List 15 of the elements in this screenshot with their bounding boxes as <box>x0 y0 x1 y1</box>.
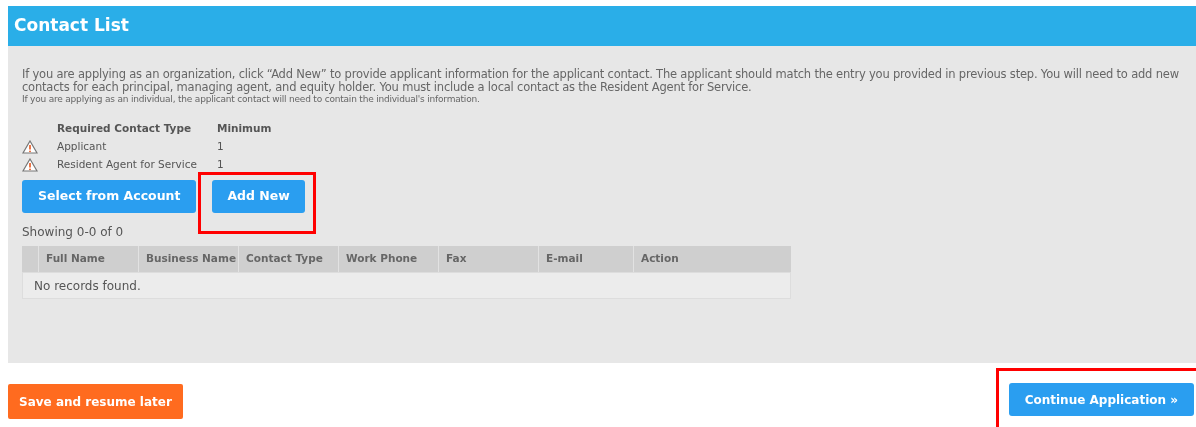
minimum-count: 1 <box>217 157 224 173</box>
contact-type: Resident Agent for Service <box>57 157 198 173</box>
instruction-text: If you are applying as an organization, click “Add New” to provide applicant information for the applicant contact. The applicant should match the entry you provided in previous step. You will need to add new contacts for each principal, managing agent, and equity holder. You must include a local contact as the Resident Agent for Service. <box>22 68 1180 94</box>
results-summary: Showing 0-0 of 0 <box>22 224 125 241</box>
save-and-resume-button[interactable]: Save and resume later <box>8 384 183 419</box>
page-title: Contact List <box>14 14 129 38</box>
add-new-button[interactable]: Add New <box>212 180 305 213</box>
instruction-note: If you are applying as an individual, the applicant contact will need to contain the individual's information. <box>22 94 481 105</box>
column-header: Required Contact Type <box>57 121 193 137</box>
minimum-count: 1 <box>217 139 224 155</box>
column-header: Minimum <box>217 121 272 137</box>
table-empty-row: No records found. <box>22 272 791 299</box>
select-from-account-button[interactable]: Select from Account <box>22 180 197 213</box>
continue-application-button[interactable]: Continue Application » <box>1008 383 1194 416</box>
contact-type: Applicant <box>57 139 108 155</box>
